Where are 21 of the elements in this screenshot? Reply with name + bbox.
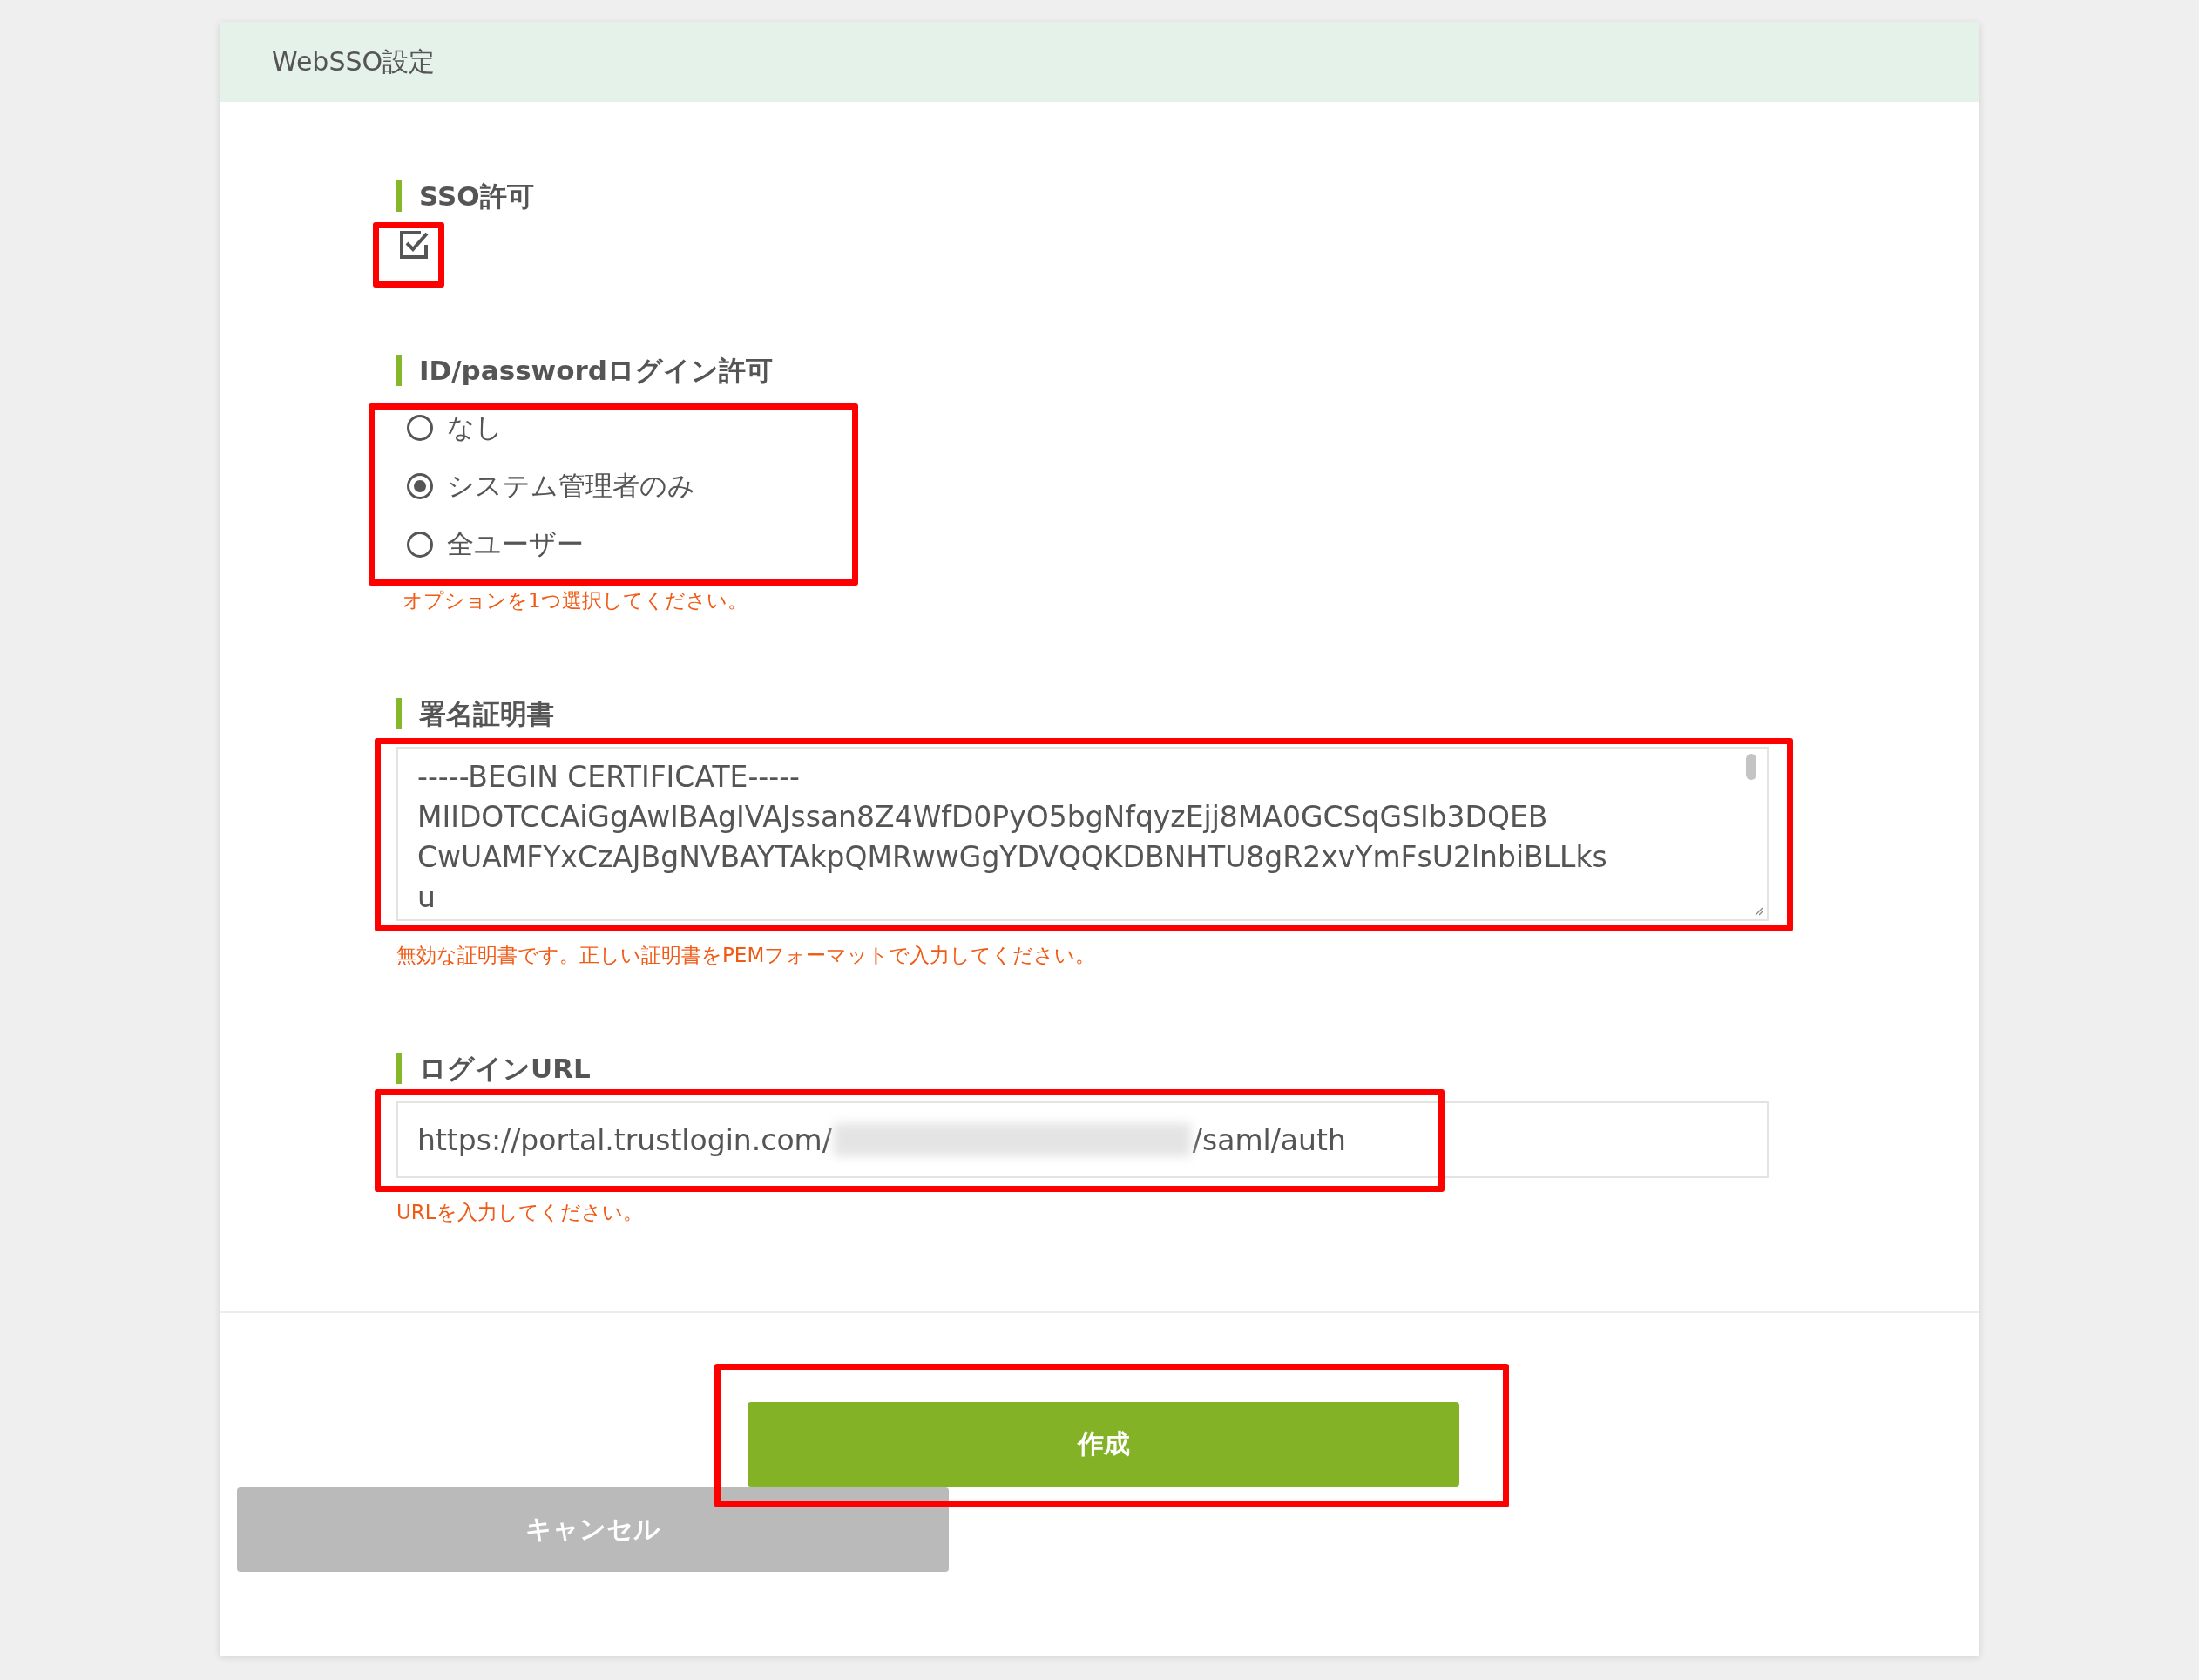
field-label: ログインURL — [396, 1053, 1979, 1084]
radio-option[interactable]: 全ユーザー — [407, 515, 584, 573]
field-label: SSO許可 — [396, 180, 1979, 212]
resize-grip-icon[interactable] — [1753, 905, 1763, 916]
panel-title: WebSSO設定 — [272, 44, 436, 78]
sso-checkbox[interactable] — [398, 229, 430, 261]
radio-button[interactable] — [407, 531, 433, 558]
error-message: URLを入力してください。 — [396, 1200, 644, 1225]
url-text: https://portal.trustlogin.com/ — [417, 1122, 832, 1157]
radio-button[interactable] — [407, 414, 433, 441]
radio-button[interactable] — [407, 472, 433, 499]
field-label: 署名証明書 — [396, 698, 1979, 729]
scrollbar-thumb[interactable] — [1746, 754, 1756, 780]
radio-option[interactable]: なし — [407, 398, 503, 457]
error-message: オプションを1つ選択してください。 — [402, 588, 748, 613]
field-label: ID/passwordログイン許可 — [396, 355, 1979, 386]
error-message: 無効な証明書です。正しい証明書をPEMフォーマットで入力してください。 — [396, 943, 1097, 968]
url-text: /saml/auth — [1192, 1122, 1346, 1157]
login-url-field[interactable]: https://portal.trustlogin.com/ /saml/auth — [396, 1101, 1769, 1178]
radio-option[interactable]: システム管理者のみ — [407, 457, 695, 515]
certificate-field[interactable]: -----BEGIN CERTIFICATE----- MIIDOTCCAiGgAwIBAgIVAJssan8Z4WfD0PyO5bgNfqyzEjj8MA0GCSqGSIb3DQEB CwUAMFYxCzAJBgNVBAYTAkpQMRwwGgYDVQQKDBNHTU8gR2xvYmFsU2lnbiBLLks u — [396, 747, 1769, 921]
